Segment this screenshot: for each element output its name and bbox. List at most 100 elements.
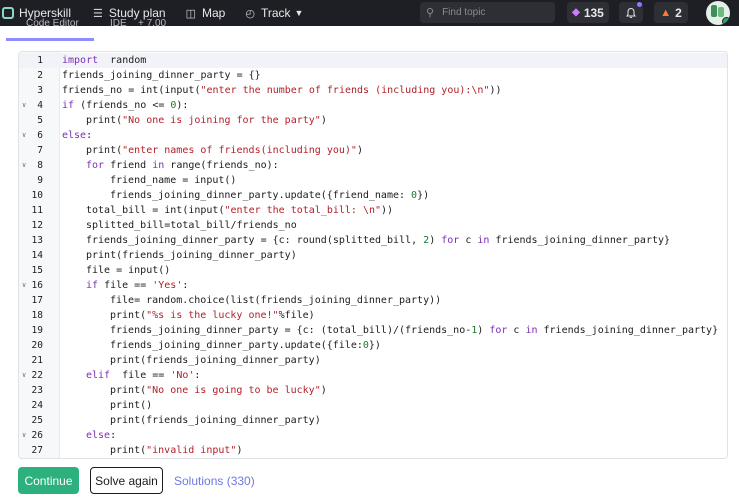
code-line: 2 friends_joining_dinner_party = {} xyxy=(19,68,727,83)
avatar[interactable] xyxy=(706,1,730,25)
code-token: print( xyxy=(86,115,123,126)
line-number: 4 xyxy=(37,100,43,111)
gems-count: 135 xyxy=(583,5,604,20)
code-token: (friends_no <= xyxy=(74,100,171,111)
code-token: "No one is joining for the party" xyxy=(122,115,321,126)
code-line: ∨ 6 else: xyxy=(19,128,727,143)
code-line: ∨ 22 elif file == 'No': xyxy=(19,368,727,383)
code-token: splitted_bill=total_bill/friends_no xyxy=(86,220,297,231)
track-icon: ◴ xyxy=(245,7,255,20)
code-line: 3 friends_no = int(input("enter the numbe… xyxy=(19,83,727,98)
code-token: if xyxy=(62,100,75,111)
code-token: in xyxy=(525,325,538,336)
code-token: "No one is going to be lucky" xyxy=(146,385,321,396)
nav-track[interactable]: ◴ Track ▼ xyxy=(245,6,303,20)
code-line: 13 friends_joining_dinner_party = {c: rou… xyxy=(19,233,727,248)
code-text: friends_joining_dinner_party = {c: round… xyxy=(86,233,670,248)
line-number: 22 xyxy=(31,370,43,381)
gems-counter[interactable]: ◆ 135 xyxy=(567,2,609,23)
code-token: print() xyxy=(110,400,153,411)
code-token: for xyxy=(441,235,460,246)
continue-button[interactable]: Continue xyxy=(18,467,79,494)
code-text: elif file == 'No': xyxy=(86,368,200,383)
code-token: 'Yes' xyxy=(152,280,183,291)
streak-counter[interactable]: ▲ 2 xyxy=(654,2,688,23)
code-text: friends_joining_dinner_party = {c: (tota… xyxy=(110,323,718,338)
code-text: print() xyxy=(110,398,152,413)
code-token: else xyxy=(86,430,111,441)
code-token: print( xyxy=(110,445,147,456)
line-number: 19 xyxy=(31,325,43,336)
solutions-link[interactable]: Solutions (330) xyxy=(174,474,255,488)
code-text: print(friends_joining_dinner_party) xyxy=(86,248,297,263)
line-number: 3 xyxy=(37,85,43,96)
code-text: file= random.choice(list(friends_joining… xyxy=(110,293,441,308)
line-number: 2 xyxy=(37,70,43,81)
nav-map[interactable]: ◫ Map xyxy=(186,6,226,20)
line-number: 26 xyxy=(31,430,43,441)
code-token: total_bill = int(input( xyxy=(86,205,225,216)
search-icon: ⚲ xyxy=(426,7,435,19)
code-token: : xyxy=(86,130,93,141)
code-line: 10 friends_joining_dinner_party.update({f… xyxy=(19,188,727,203)
code-line: 24 print() xyxy=(19,398,727,413)
line-number: 15 xyxy=(31,265,43,276)
line-number: 8 xyxy=(37,160,43,171)
code-text: print("enter names of friends(including … xyxy=(86,143,363,158)
code-line: ∨ 26 else: xyxy=(19,428,727,443)
code-token: print(friends_joining_dinner_party) xyxy=(86,250,297,261)
code-text: print(friends_joining_dinner_party) xyxy=(110,413,321,428)
solve-again-button[interactable]: Solve again xyxy=(90,467,163,494)
code-line: ∨ 16 if file == 'Yes': xyxy=(19,278,727,293)
list-icon: ☰ xyxy=(93,7,103,20)
line-number: 10 xyxy=(31,190,43,201)
active-tab-indicator xyxy=(6,38,94,41)
code-token: c xyxy=(507,325,526,336)
code-token: print( xyxy=(110,385,147,396)
line-number: 23 xyxy=(31,385,43,396)
avatar-shape xyxy=(711,5,717,17)
code-token: in xyxy=(152,160,165,171)
code-text: else: xyxy=(62,128,92,143)
nav-track-label: Track xyxy=(260,6,291,20)
search-input[interactable]: ⚲ Find topic xyxy=(420,2,555,23)
code-token: friends_no = int(input( xyxy=(62,85,201,96)
code-token: %file) xyxy=(278,310,315,321)
code-text: print("%s is the lucky one!"%file) xyxy=(110,308,315,323)
code-line: 1 import random xyxy=(19,53,727,68)
chevron-down-icon: ▼ xyxy=(294,8,304,18)
line-number: 11 xyxy=(31,205,43,216)
code-editor[interactable]: 1 import random 2 friends_joining_dinner_pa… xyxy=(18,51,728,459)
line-number: 25 xyxy=(31,415,43,426)
code-token: file == xyxy=(110,370,171,381)
line-number: 17 xyxy=(31,295,43,306)
code-line: 5 print("No one is joining for the party"… xyxy=(19,113,727,128)
code-line: 19 friends_joining_dinner_party = {c: (to… xyxy=(19,323,727,338)
line-number: 7 xyxy=(37,145,43,156)
code-line: 7 print("enter names of friends(including… xyxy=(19,143,727,158)
code-token: ) xyxy=(356,145,363,156)
line-number: 5 xyxy=(37,115,43,126)
line-number: 14 xyxy=(31,250,43,261)
notifications-button[interactable] xyxy=(619,2,643,23)
code-token: friend xyxy=(104,160,153,171)
tab-code-editor[interactable]: Code Editor xyxy=(26,18,79,29)
code-line: ∨ 8 for friend in range(friends_no): xyxy=(19,158,727,173)
line-number: 24 xyxy=(31,400,43,411)
line-number: 13 xyxy=(31,235,43,246)
code-text: friends_joining_dinner_party.update({fil… xyxy=(110,338,381,353)
tab-ide[interactable]: IDE xyxy=(110,18,127,29)
map-icon: ◫ xyxy=(185,7,197,20)
code-token: ) xyxy=(429,235,442,246)
code-token: print(friends_joining_dinner_party) xyxy=(110,415,321,426)
code-token: "enter names of friends(including you)" xyxy=(122,145,357,156)
code-token: random xyxy=(98,55,147,66)
code-text: friend_name = input() xyxy=(110,173,236,188)
code-line: 12 splitted_bill=total_bill/friends_no xyxy=(19,218,727,233)
code-line: 21 print(friends_joining_dinner_party) xyxy=(19,353,727,368)
code-text: print("invalid input") xyxy=(110,443,242,458)
code-token: 'No' xyxy=(170,370,195,381)
search-placeholder: Find topic xyxy=(442,7,486,18)
code-text: print(friends_joining_dinner_party) xyxy=(110,353,321,368)
code-text: for friend in range(friends_no): xyxy=(86,158,279,173)
